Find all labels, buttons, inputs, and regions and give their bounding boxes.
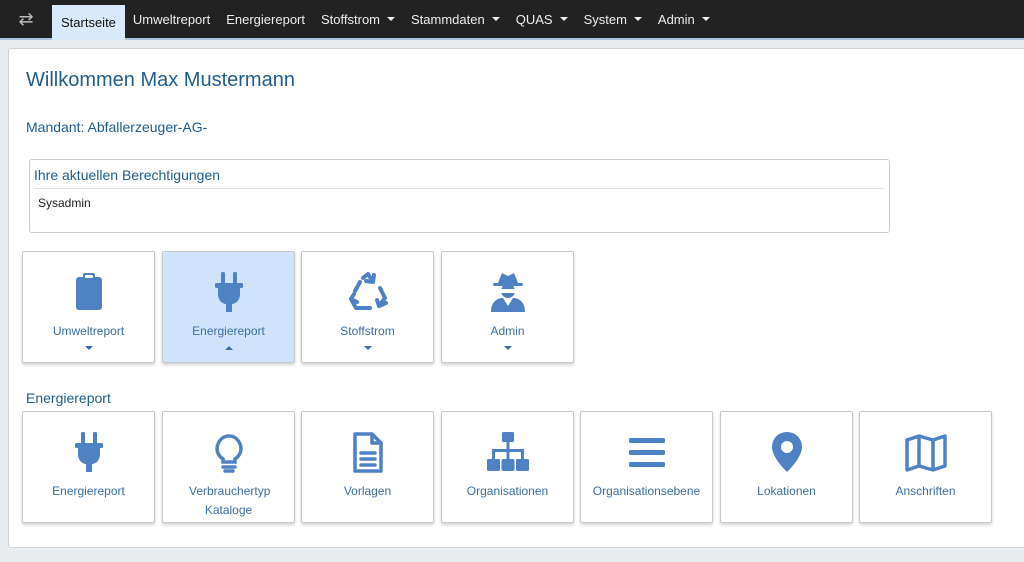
tile-label: Admin xyxy=(490,324,525,338)
main-panel: Willkommen Max Mustermann Mandant: Abfal… xyxy=(8,48,1024,548)
caret-down-icon xyxy=(387,17,396,21)
tile-label: Verbrauchertyp Kataloge xyxy=(189,484,271,517)
subtile-energiereport[interactable]: Energiereport xyxy=(22,411,155,523)
user-secret-icon xyxy=(442,270,573,314)
permissions-box: Ihre aktuellen Berechtigungen Sysadmin xyxy=(29,159,890,233)
nav-energiereport[interactable]: Energiereport xyxy=(218,0,313,38)
tile-label: Organisationsebene xyxy=(592,484,701,498)
nav-label: Admin xyxy=(657,11,695,27)
caret-down-icon xyxy=(491,17,500,21)
tile-label: Lokationen xyxy=(757,484,816,498)
caret-down-icon xyxy=(701,17,710,21)
permissions-title: Ihre aktuellen Berechtigungen xyxy=(34,167,221,183)
subtile-organisationen[interactable]: Organisationen xyxy=(441,411,574,523)
lightbulb-icon xyxy=(163,430,294,474)
nav-label: System xyxy=(583,11,627,27)
recycle-icon xyxy=(302,270,433,314)
module-tile-admin[interactable]: Admin xyxy=(441,251,574,363)
nav-stammdaten[interactable]: Stammdaten xyxy=(403,0,508,38)
map-icon xyxy=(860,430,991,474)
nav-quas[interactable]: QUAS xyxy=(508,0,576,38)
nav-stoffstrom[interactable]: Stoffstrom xyxy=(313,0,403,38)
caret-down-icon xyxy=(84,346,93,350)
caret-down-icon xyxy=(559,17,568,21)
permissions-value: Sysadmin xyxy=(38,196,91,210)
mandant-label: Mandant: Abfallerzeuger-AG- xyxy=(26,119,208,135)
clipboard-icon xyxy=(23,270,154,314)
tile-label: Organisationen xyxy=(466,484,549,498)
nav-label: Umweltreport xyxy=(132,11,211,27)
nav-label: Energiereport xyxy=(226,11,305,27)
tile-label: Energiereport xyxy=(192,324,265,338)
divider xyxy=(34,188,885,189)
nav-label: Stoffstrom xyxy=(321,11,381,27)
plug-icon xyxy=(163,270,294,314)
tile-label: Vorlagen xyxy=(343,484,392,498)
plug-icon xyxy=(23,430,154,474)
nav-label: Stammdaten xyxy=(411,11,485,27)
tile-label: Umweltreport xyxy=(52,324,125,338)
module-tile-stoffstrom[interactable]: Stoffstrom xyxy=(301,251,434,363)
subtile-lokationen[interactable]: Lokationen xyxy=(720,411,853,523)
swap-arrows-icon[interactable]: ⇄ xyxy=(0,0,52,38)
nav-label: QUAS xyxy=(515,11,553,27)
document-icon xyxy=(302,430,433,474)
caret-up-icon xyxy=(224,346,233,350)
tile-label: Anschriften xyxy=(895,484,956,498)
nav-label: Startseite xyxy=(61,15,116,30)
nav-umweltreport[interactable]: Umweltreport xyxy=(125,0,218,38)
tile-label: Energiereport xyxy=(52,484,125,498)
module-tile-umweltreport[interactable]: Umweltreport xyxy=(22,251,155,363)
module-tile-energiereport[interactable]: Energiereport xyxy=(162,251,295,363)
bars-icon xyxy=(581,430,712,474)
nav-admin[interactable]: Admin xyxy=(650,0,718,38)
nav-system[interactable]: System xyxy=(576,0,650,38)
map-marker-icon xyxy=(721,430,852,474)
subtile-vorlagen[interactable]: Vorlagen xyxy=(301,411,434,523)
tile-label: Stoffstrom xyxy=(340,324,395,338)
sitemap-icon xyxy=(442,430,573,474)
page-title: Willkommen Max Mustermann xyxy=(26,69,295,91)
nav-startseite[interactable]: Startseite xyxy=(52,5,125,40)
section-title: Energiereport xyxy=(26,390,111,406)
top-navbar: ⇄ Startseite Umweltreport Energiereport … xyxy=(0,0,1024,40)
caret-down-icon xyxy=(363,346,372,350)
caret-down-icon xyxy=(503,346,512,350)
subtile-organisationsebene[interactable]: Organisationsebene xyxy=(580,411,713,523)
caret-down-icon xyxy=(633,17,642,21)
subtile-verbrauchertyp-kataloge[interactable]: Verbrauchertyp Kataloge xyxy=(162,411,295,523)
subtile-anschriften[interactable]: Anschriften xyxy=(859,411,992,523)
